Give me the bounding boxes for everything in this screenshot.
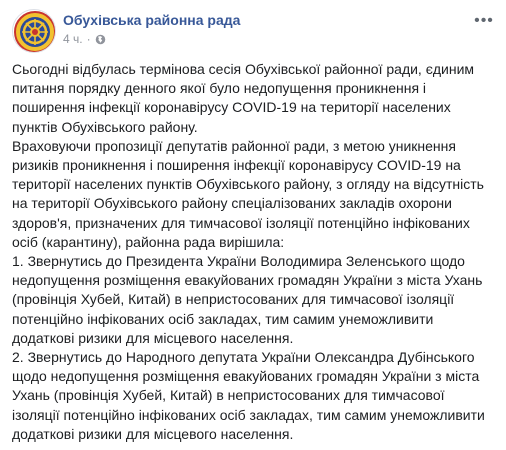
post-text-line: недопущення розміщення евакуйованих гром… bbox=[12, 272, 483, 289]
post-text-line: 2. Звернутись до Народного депутата Укра… bbox=[12, 349, 475, 366]
post-text-line: Враховуючи пропозиції депутатів районної… bbox=[12, 137, 456, 154]
post-text-line: ризиків проникнення і поширення інфекції… bbox=[12, 157, 461, 174]
post-text-line: осіб (карантину), районна рада вирішила: bbox=[12, 233, 285, 250]
post-text-line: додаткові ризики для місцевого населення… bbox=[12, 329, 294, 346]
page-name-link[interactable]: Обухівська районна рада bbox=[63, 12, 240, 28]
post-text-line: здоров'я, призначених для тимчасової ізо… bbox=[12, 214, 470, 231]
post-text-line: Сьогодні відбулась термінова сесія Обухі… bbox=[12, 61, 475, 77]
post-text-line: поширення інфекції коронавірусу COVID-19… bbox=[12, 99, 451, 116]
post-text-line: щодо недопущення розміщення евакуйованих… bbox=[12, 368, 480, 385]
facebook-post: Обухівська районна рада 4 ч. · ••• Сього… bbox=[0, 0, 506, 450]
post-text: Сьогодні відбулась термінова сесія Обухі… bbox=[12, 60, 496, 444]
post-text-line: 1. Звернутись до Президента України Воло… bbox=[12, 253, 465, 270]
page-avatar[interactable] bbox=[12, 9, 56, 53]
post-text-line: ізоляції потенційно інфікованих осіб зак… bbox=[12, 406, 485, 423]
post-meta: 4 ч. · bbox=[63, 32, 106, 46]
post-text-line: Ухань (провінція Хубей, Китай) в неприст… bbox=[12, 387, 445, 404]
emblem-icon bbox=[14, 11, 55, 52]
more-options-icon[interactable]: ••• bbox=[474, 13, 494, 31]
meta-separator: · bbox=[86, 32, 91, 46]
post-text-line: потенційно інфікованих осіб закладах, ти… bbox=[12, 310, 434, 327]
post-text-line: (провінція Хубей, Китай) в непристосован… bbox=[12, 291, 455, 308]
post-text-line: території населених пунктів Обухівського… bbox=[12, 176, 484, 193]
post-header: Обухівська районна рада 4 ч. · ••• bbox=[12, 9, 494, 55]
post-text-line: пунктів Обухівського району. bbox=[12, 118, 198, 135]
post-timestamp[interactable]: 4 ч. bbox=[63, 32, 83, 46]
post-text-line: додаткові ризики для місцевого населення… bbox=[12, 425, 294, 442]
post-text-line: на території Обухівського району спеціал… bbox=[12, 195, 452, 212]
globe-icon[interactable] bbox=[95, 34, 106, 45]
post-text-line: питання порядку денного якої було недопу… bbox=[12, 80, 427, 97]
